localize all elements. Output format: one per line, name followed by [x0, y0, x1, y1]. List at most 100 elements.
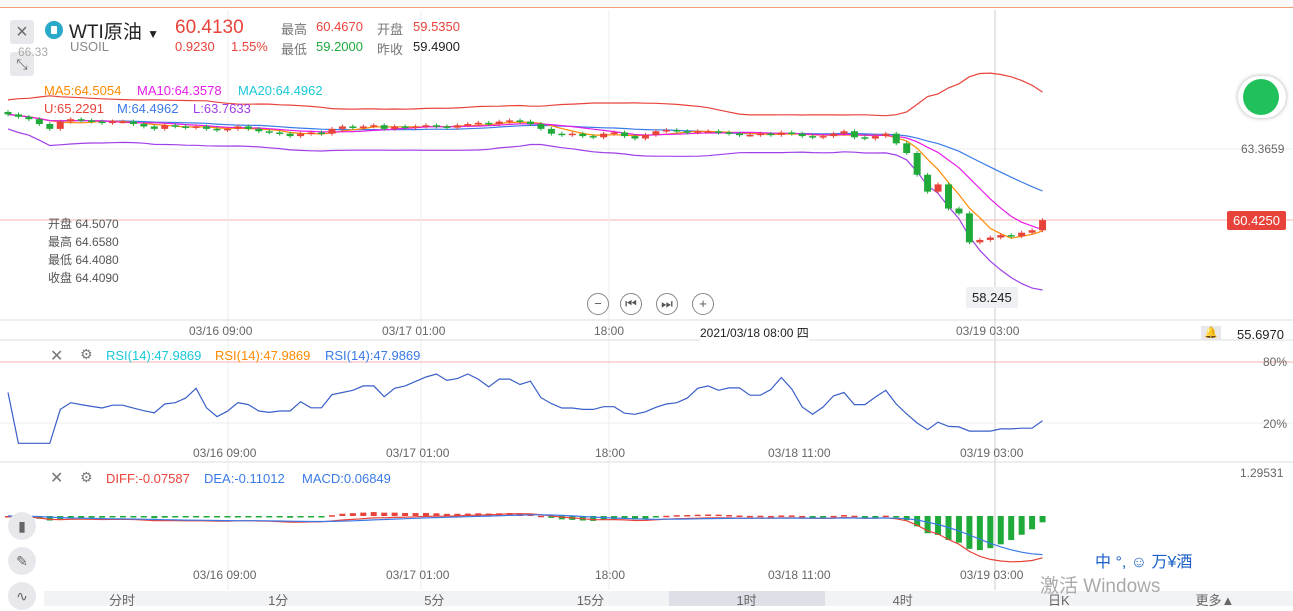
macd-bar — [360, 512, 367, 516]
rsi-close-icon[interactable]: ✕ — [50, 346, 63, 366]
macd-bar — [966, 516, 973, 549]
macd-bar — [1029, 516, 1036, 530]
macd-bar — [370, 512, 377, 516]
candle-body — [694, 131, 702, 133]
macd-bar — [109, 516, 116, 518]
low-label: 最低 — [281, 42, 308, 57]
macd-bar — [736, 515, 743, 518]
candle-body — [568, 133, 576, 136]
candle-body — [736, 133, 743, 136]
alert-bell-icon[interactable]: 🔔 — [1201, 326, 1221, 340]
macd-bar — [130, 516, 137, 518]
candle-body — [391, 126, 399, 129]
macd-close-icon[interactable]: ✕ — [50, 468, 63, 488]
rsi-x-label: 18:00 — [595, 446, 626, 460]
candle-body — [997, 235, 1005, 238]
candle-body — [579, 133, 587, 137]
close-button[interactable]: × — [10, 20, 34, 44]
macd-bar — [778, 515, 785, 517]
candle-body — [819, 136, 827, 138]
price-axis-label: 63.3659 — [1241, 142, 1285, 156]
macd-bar — [193, 516, 200, 518]
crosshair-open: 开盘 64.5070 — [48, 217, 119, 231]
macd-bar — [161, 516, 168, 518]
candle-body — [234, 126, 242, 129]
candle-body — [129, 121, 137, 125]
candle-body — [119, 121, 127, 124]
macd-bar — [997, 516, 1004, 545]
tab-timeframe[interactable]: 4时 — [825, 591, 981, 608]
macd-bar — [652, 516, 659, 518]
macd-bar — [788, 515, 795, 517]
rsi-settings-icon[interactable]: ⚙ — [80, 346, 93, 363]
rsi-line — [7, 373, 1043, 444]
macd-bar — [882, 515, 889, 518]
macd-bar — [726, 515, 733, 517]
tab-timeframe[interactable]: 1时 — [668, 591, 825, 608]
candle-body — [35, 119, 43, 125]
crosshair-time-label: 2021/03/18 08:00 四 — [700, 324, 809, 341]
boll-upper-legend: U:65.2291 — [44, 101, 104, 116]
crosshair-close: 收盘 64.4090 — [48, 271, 119, 285]
candle-body — [4, 111, 12, 115]
wifi-icon[interactable] — [1238, 76, 1286, 118]
macd-dea-legend: DEA:-0.11012 — [204, 471, 285, 486]
candle-body — [830, 133, 838, 137]
candle-body — [140, 124, 148, 127]
candle-body — [307, 132, 315, 134]
scroll-end-button[interactable]: ⏭ — [656, 293, 678, 315]
symbol-logo-icon — [45, 21, 63, 39]
ime-toolbar[interactable]: 中 °, ☺ 万¥酒 — [1095, 548, 1193, 572]
rsi-x-label: 03/18 11:00 — [768, 446, 831, 460]
macd-bar — [276, 516, 283, 518]
candle-type-icon[interactable]: ▮ — [8, 512, 36, 540]
zoom-in-button[interactable]: + — [692, 293, 714, 315]
draw-pen-icon[interactable]: ✎ — [8, 547, 36, 575]
candle-body — [924, 174, 932, 192]
zoom-out-button[interactable]: − — [587, 293, 609, 315]
tab-timeframe[interactable]: 15分 — [512, 591, 668, 608]
candle-body — [318, 132, 325, 134]
candle-body — [903, 143, 911, 154]
candle-body — [338, 126, 346, 129]
last-price: 60.4130 — [175, 17, 244, 38]
macd-bar — [673, 515, 680, 517]
tab-timeframe[interactable]: 1分 — [200, 591, 356, 608]
macd-settings-icon[interactable]: ⚙ — [80, 469, 93, 486]
candle-body — [182, 126, 190, 128]
prev-value: 59.4900 — [413, 39, 460, 54]
macd-bar — [423, 512, 429, 516]
candle-body — [547, 128, 555, 134]
macd-diff-line — [7, 513, 1043, 563]
candle-body — [380, 125, 388, 129]
macd-bar — [151, 516, 158, 519]
tab-timeframe[interactable]: 分时 — [44, 591, 200, 608]
macd-bar — [976, 516, 983, 551]
cursor-price-tooltip: 58.245 — [966, 287, 1018, 308]
macd-bar — [349, 513, 356, 516]
macd-bar — [172, 516, 179, 518]
candle-body — [777, 132, 785, 135]
candle-body — [349, 126, 357, 128]
macd-bar — [214, 516, 220, 518]
macd-bar — [318, 516, 325, 518]
tab-timeframe[interactable]: 5分 — [356, 591, 512, 608]
macd-value-legend: MACD:0.06849 — [302, 471, 391, 486]
candle-body — [934, 184, 942, 192]
candle-body — [203, 126, 211, 129]
candle-body — [850, 131, 858, 138]
macd-bar — [88, 516, 95, 518]
candle-body — [412, 126, 420, 128]
candle-body — [109, 121, 116, 124]
scroll-start-button[interactable]: ⏮ — [620, 293, 642, 315]
rsi-x-label: 03/16 09:00 — [193, 446, 257, 460]
candle-body — [401, 126, 409, 128]
change-pct: 1.55% — [231, 39, 268, 54]
macd-bar — [537, 515, 544, 518]
candle-body — [370, 125, 378, 127]
candle-body — [14, 114, 22, 117]
macd-bar — [140, 516, 147, 518]
macd-bar — [99, 516, 106, 518]
main-x-label: 18:00 — [594, 324, 625, 338]
candle-body — [171, 125, 179, 127]
